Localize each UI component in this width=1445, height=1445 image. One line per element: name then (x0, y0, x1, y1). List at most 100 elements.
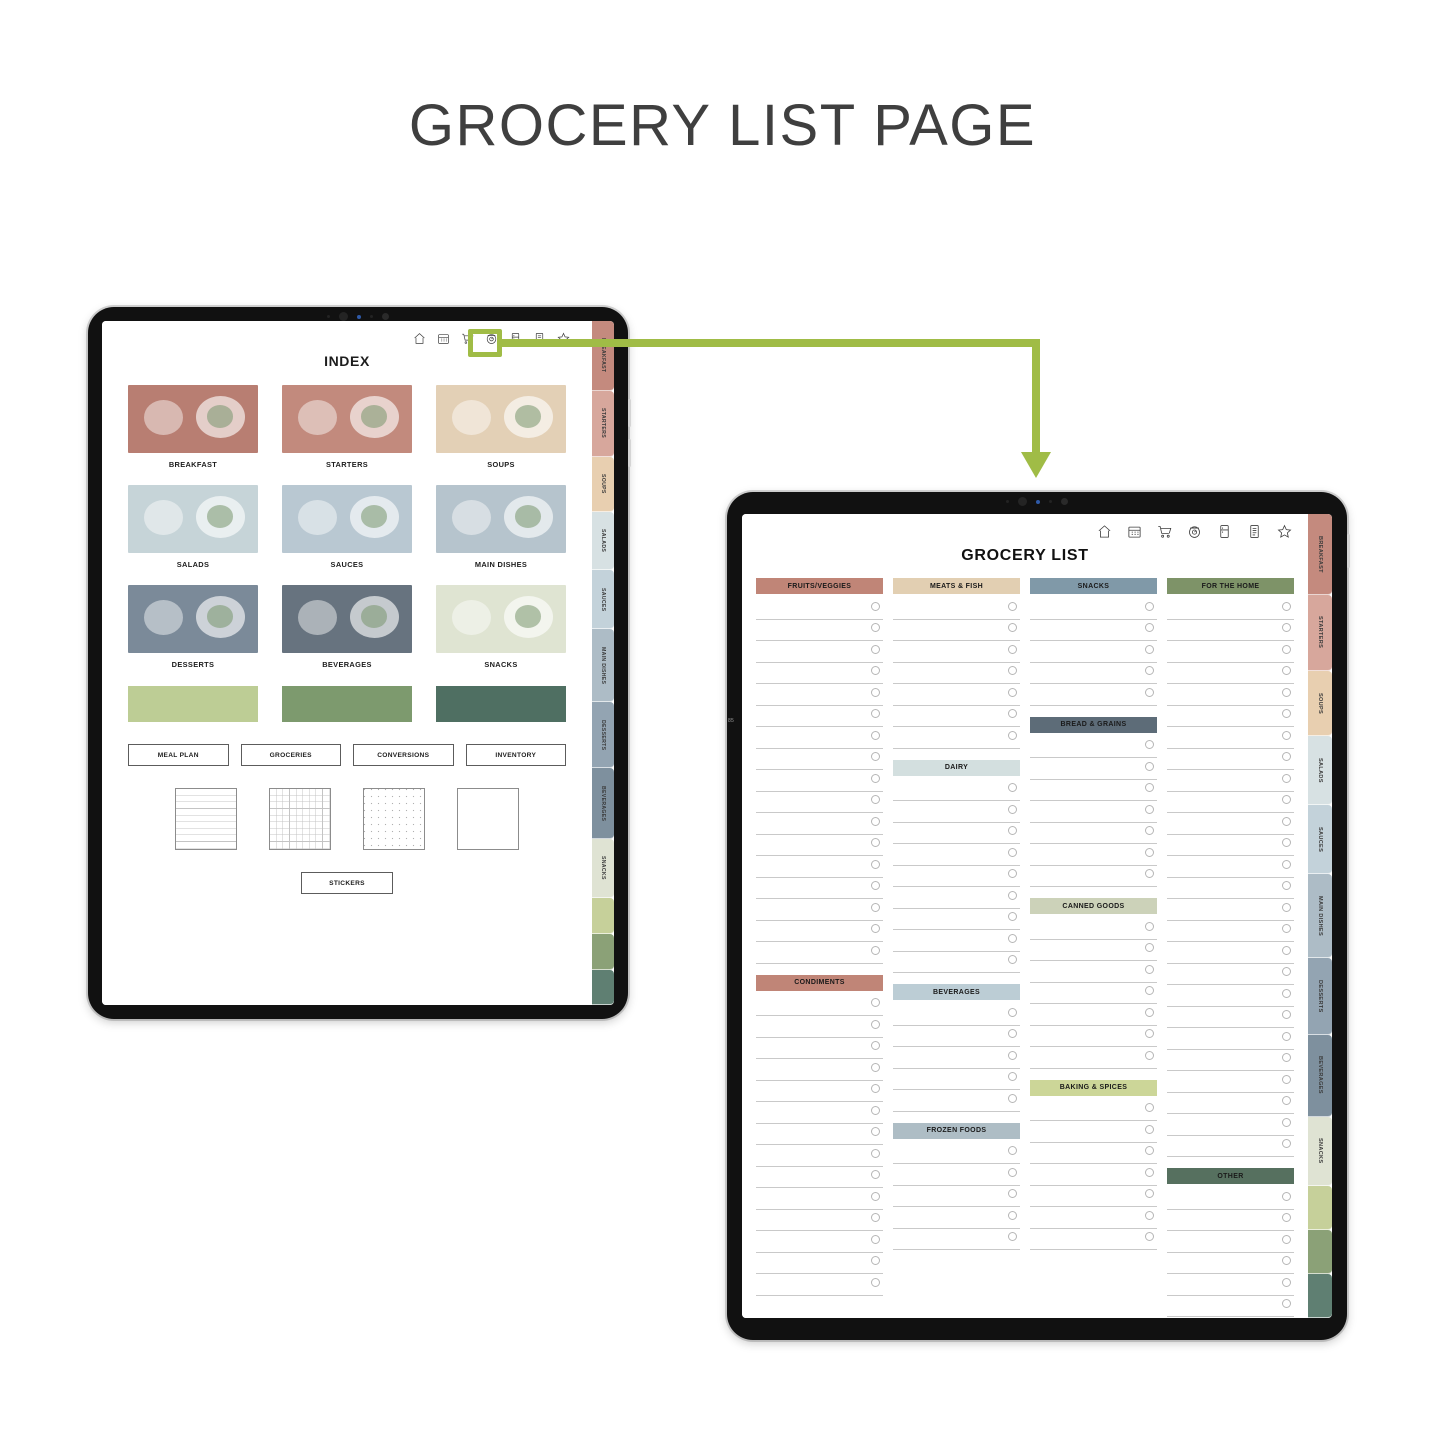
checkbox-bubble[interactable] (871, 709, 880, 718)
checkbox-bubble[interactable] (1282, 623, 1291, 632)
checkbox-bubble[interactable] (1282, 945, 1291, 955)
grocery-item-row[interactable] (1030, 620, 1157, 641)
grocery-item-row[interactable] (756, 1274, 883, 1296)
checkbox-bubble[interactable] (1282, 666, 1291, 675)
checkbox-bubble[interactable] (871, 730, 880, 740)
grocery-item-row[interactable] (1030, 737, 1157, 758)
grocery-item-row[interactable] (1167, 1188, 1294, 1210)
grocery-item-row[interactable] (756, 706, 883, 727)
checkbox-bubble[interactable] (1008, 601, 1017, 611)
grocery-item-row[interactable] (1167, 620, 1294, 641)
grocery-item-row[interactable] (756, 995, 883, 1016)
tab-blank-11[interactable] (592, 969, 614, 1005)
checkbox-bubble[interactable] (1008, 890, 1017, 900)
tab-blank-11[interactable] (1308, 1274, 1332, 1318)
checkbox-bubble[interactable] (1145, 804, 1154, 814)
grocery-item-row[interactable] (756, 770, 883, 792)
checkbox-bubble[interactable] (1282, 1053, 1291, 1062)
checkbox-bubble[interactable] (1282, 924, 1291, 933)
checkbox-bubble[interactable] (1008, 869, 1017, 878)
grocery-item-row[interactable] (1167, 1093, 1294, 1114)
checkbox-bubble[interactable] (1008, 1146, 1017, 1155)
grocery-item-row[interactable] (756, 641, 883, 663)
grocery-item-row[interactable] (1030, 918, 1157, 940)
grocery-item-row[interactable] (756, 620, 883, 641)
checkbox-bubble[interactable] (871, 1062, 880, 1072)
checkbox-bubble[interactable] (1282, 795, 1291, 804)
checkbox-bubble[interactable] (871, 998, 880, 1007)
checkbox-bubble[interactable] (1145, 1050, 1154, 1060)
grocery-item-row[interactable] (1030, 1047, 1157, 1069)
grocery-item-row[interactable] (893, 1229, 1020, 1250)
grocery-item-row[interactable] (1167, 749, 1294, 770)
grocery-item-row[interactable] (893, 684, 1020, 706)
tab-breakfast[interactable]: BREAKFAST (1308, 514, 1332, 595)
calendar-icon[interactable] (1127, 524, 1142, 539)
checkbox-bubble[interactable] (1145, 986, 1154, 995)
category-card-starters[interactable]: STARTERS (282, 385, 412, 469)
checkbox-bubble[interactable] (1145, 1029, 1154, 1038)
checkbox-bubble[interactable] (1282, 1256, 1291, 1265)
grocery-item-row[interactable] (756, 1145, 883, 1167)
grocery-item-row[interactable] (893, 1004, 1020, 1026)
checkbox-bubble[interactable] (1282, 709, 1291, 718)
checkbox-bubble[interactable] (871, 1041, 880, 1050)
checkbox-bubble[interactable] (871, 623, 880, 632)
grocery-item-row[interactable] (756, 1167, 883, 1188)
grocery-item-row[interactable] (1167, 856, 1294, 878)
grocery-item-row[interactable] (893, 620, 1020, 641)
grocery-item-row[interactable] (756, 899, 883, 921)
checkbox-bubble[interactable] (1145, 623, 1154, 632)
checkbox-bubble[interactable] (1008, 666, 1017, 675)
grocery-item-row[interactable] (756, 749, 883, 770)
grocery-item-row[interactable] (1167, 835, 1294, 856)
checkbox-bubble[interactable] (1145, 1103, 1154, 1112)
power-button[interactable] (1347, 534, 1350, 568)
grocery-item-row[interactable] (893, 780, 1020, 801)
grocery-item-row[interactable] (756, 598, 883, 620)
volume-button-2[interactable] (628, 439, 631, 467)
checkbox-bubble[interactable] (1145, 1146, 1154, 1155)
checkbox-bubble[interactable] (1145, 826, 1154, 835)
checkbox-bubble[interactable] (1282, 1191, 1291, 1201)
checkbox-bubble[interactable] (1145, 1007, 1154, 1017)
grocery-item-row[interactable] (756, 792, 883, 813)
checkbox-bubble[interactable] (871, 644, 880, 654)
checkbox-bubble[interactable] (871, 945, 880, 955)
grocery-item-row[interactable] (756, 663, 883, 684)
grocery-item-row[interactable] (1167, 1210, 1294, 1231)
checkbox-bubble[interactable] (1145, 1189, 1154, 1198)
grocery-item-row[interactable] (1167, 792, 1294, 813)
grocery-item-row[interactable] (756, 1253, 883, 1274)
checkbox-bubble[interactable] (1008, 955, 1017, 964)
grocery-item-row[interactable] (756, 684, 883, 706)
grocery-item-row[interactable] (756, 878, 883, 899)
checkbox-bubble[interactable] (1282, 752, 1291, 761)
grocery-item-row[interactable] (893, 1186, 1020, 1207)
cart-icon[interactable] (1157, 524, 1172, 539)
checkbox-bubble[interactable] (1145, 601, 1154, 611)
grocery-item-row[interactable] (1167, 598, 1294, 620)
grocery-item-row[interactable] (756, 921, 883, 942)
checkbox-bubble[interactable] (1008, 1210, 1017, 1220)
grocery-item-row[interactable] (1167, 1050, 1294, 1071)
checkbox-bubble[interactable] (871, 1256, 880, 1265)
checkbox-bubble[interactable] (871, 859, 880, 869)
grocery-item-row[interactable] (1167, 1071, 1294, 1093)
checkbox-bubble[interactable] (1008, 623, 1017, 632)
category-card-snacks[interactable]: SNACKS (436, 585, 566, 669)
grocery-item-row[interactable] (756, 727, 883, 749)
category-card-breakfast[interactable]: BREAKFAST (128, 385, 258, 469)
grocery-item-row[interactable] (1030, 1004, 1157, 1026)
category-card-desserts[interactable]: DESSERTS (128, 585, 258, 669)
checkbox-bubble[interactable] (871, 1234, 880, 1244)
tab-beverages[interactable]: BEVERAGES (592, 768, 614, 840)
tab-sauces[interactable]: SAUCES (1308, 805, 1332, 875)
checkbox-bubble[interactable] (1145, 761, 1154, 771)
checkbox-bubble[interactable] (1282, 773, 1291, 783)
grocery-item-row[interactable] (1167, 684, 1294, 706)
stickers-button[interactable]: STICKERS (301, 872, 393, 894)
checkbox-bubble[interactable] (1145, 847, 1154, 857)
checkbox-bubble[interactable] (1008, 1167, 1017, 1177)
grocery-item-row[interactable] (1030, 823, 1157, 844)
